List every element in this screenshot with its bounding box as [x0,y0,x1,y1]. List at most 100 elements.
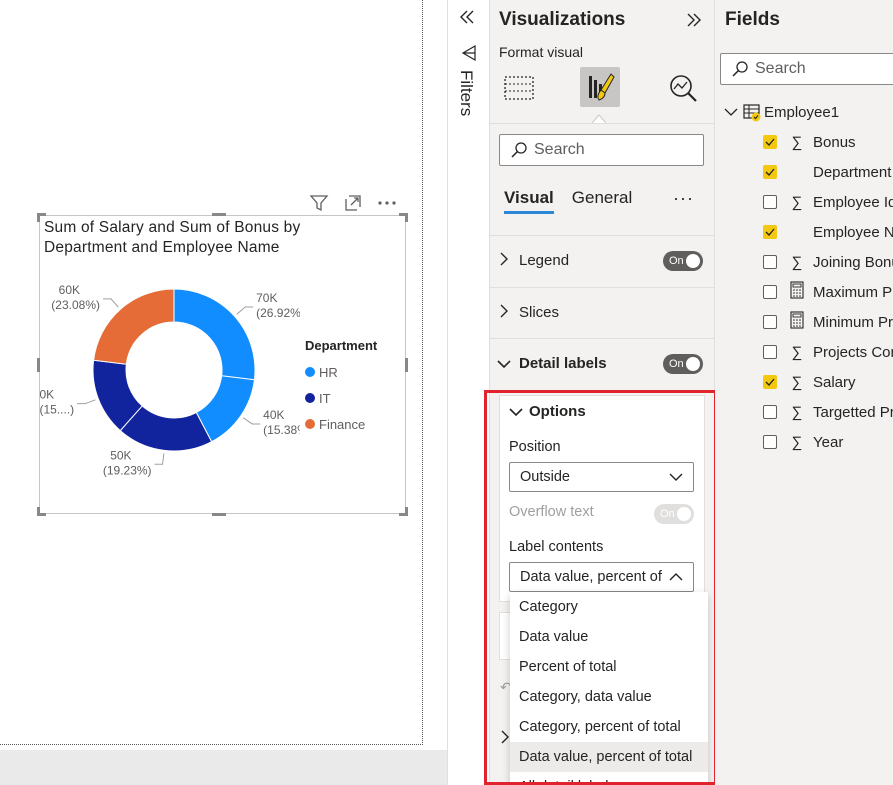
field-item[interactable]: Department [763,157,891,187]
calculator-icon [787,281,807,303]
more-options-icon[interactable] [376,192,398,214]
legend-title: Department [305,338,378,353]
legend-label: IT [319,390,331,406]
tab-visual[interactable]: Visual [504,188,554,214]
format-paintbrush-icon[interactable] [580,67,620,107]
field-item[interactable]: ∑ Joining Bonus [763,247,893,277]
table-icon [742,102,762,122]
data-label-percent: (15.38%) [263,423,300,437]
data-label-value: 40K [40,388,54,402]
resize-handle[interactable] [212,513,226,516]
filters-pane-collapsed[interactable] [447,0,489,785]
dropdown-option-data-value-percent[interactable]: Data value, percent of total [510,742,708,772]
field-item[interactable]: Maximum Pr [763,277,893,307]
section-detail-labels[interactable]: Detail labels On [489,338,715,388]
filters-label[interactable]: Filters [456,70,476,116]
sigma-icon: ∑ [791,373,803,391]
build-visual-icon[interactable] [499,68,539,108]
legend-item[interactable]: Finance [305,411,377,437]
visualizations-title: Visualizations [499,9,626,30]
analytics-magnifier-icon[interactable] [663,68,703,108]
chevron-down-icon [669,472,683,482]
toggle-knob [686,356,700,371]
data-label-percent: (19.23%) [103,463,152,477]
data-label-percent: (26.92%) [256,306,300,320]
resize-handle[interactable] [405,507,408,516]
checkbox-unchecked[interactable] [763,405,777,419]
legend-item[interactable]: HR [305,359,377,385]
expand-filters-icon[interactable] [458,8,476,31]
resize-handle[interactable] [212,213,226,216]
label-leader-line [236,306,254,315]
field-item[interactable]: ∑ Targetted Pro [763,397,893,427]
resize-handle[interactable] [405,358,408,372]
data-label-value: 60K [59,283,80,297]
sigma-icon: ∑ [791,133,803,151]
donut-chart: 70K(26.92%)40K(15.38%)50K(19.23%)40K(15.… [40,283,300,477]
position-dropdown[interactable]: Outside [509,462,694,492]
checkbox-unchecked[interactable] [763,285,777,299]
label-contents-label: Label contents [509,539,604,555]
field-item[interactable]: Employee Name [763,217,893,247]
field-item[interactable]: ∑ Employee Id [763,187,893,217]
legend-item[interactable]: IT [305,385,377,411]
detail-labels-toggle[interactable]: On [663,353,703,374]
sigma-icon: ∑ [791,343,803,361]
field-item[interactable]: ∑ Bonus [763,127,856,157]
checkbox-checked[interactable] [763,165,777,179]
tab-general[interactable]: General [572,188,632,214]
label-contents-options-list: Category Data value Percent of total Cat… [510,592,708,785]
checkbox-checked[interactable] [763,225,777,239]
format-visual-label: Format visual [499,44,584,60]
field-item[interactable]: ∑ Year [763,427,843,457]
filter-icon[interactable] [308,192,330,214]
checkbox-checked[interactable] [763,375,777,389]
field-item[interactable]: ∑ Salary [763,367,856,397]
dropdown-option-category-percent[interactable]: Category, percent of total [510,712,708,742]
section-slices[interactable]: Slices [489,287,715,337]
options-header[interactable]: Options [509,403,586,420]
checkbox-unchecked[interactable] [763,315,777,329]
field-name: Targetted Pro [813,403,893,421]
donut-slice[interactable] [93,288,175,365]
focus-mode-icon[interactable] [342,192,364,214]
format-tabs: Visual General [504,188,632,214]
dropdown-option-category[interactable]: Category [510,592,708,622]
table-node-employee1[interactable]: Employee1 [724,100,839,124]
resize-handle[interactable] [37,507,40,516]
section-legend[interactable]: Legend On [489,235,715,285]
search-icon [510,141,528,159]
table-name: Employee1 [764,103,840,121]
data-label-value: 40K [263,408,284,422]
viz-search-placeholder: Search [534,141,585,158]
fields-search-input[interactable]: Search [720,53,893,85]
label-contents-dropdown[interactable]: Data value, percent of [509,562,694,592]
chart-title: Sum of Salary and Sum of Bonus by Depart… [44,219,301,256]
viz-search-input[interactable]: Search [499,134,704,166]
checkbox-checked[interactable] [763,135,777,149]
dropdown-option-category-data-value[interactable]: Category, data value [510,682,708,712]
toggle-knob [686,253,700,268]
resize-handle[interactable] [405,213,408,222]
checkbox-unchecked[interactable] [763,345,777,359]
collapse-pane-icon[interactable] [684,10,704,35]
field-name: Maximum Pr [813,283,893,301]
dropdown-option-percent-of-total[interactable]: Percent of total [510,652,708,682]
legend-toggle[interactable]: On [663,250,703,271]
dropdown-option-all-detail-labels[interactable]: All detail labels [510,772,708,785]
checkbox-unchecked[interactable] [763,435,777,449]
legend-dot [305,393,315,403]
field-item[interactable]: Minimum Pr [763,307,893,337]
donut-slice[interactable] [173,288,256,381]
field-item[interactable]: ∑ Projects Com [763,337,893,367]
field-name: Employee Id [813,193,893,211]
dropdown-option-data-value[interactable]: Data value [510,622,708,652]
more-options-button[interactable]: ··· [673,188,694,209]
checkbox-unchecked[interactable] [763,255,777,269]
section-label: Detail labels [519,355,607,372]
data-label-percent: (15....) [40,403,74,417]
active-tab-pointer [591,110,607,124]
resize-handle[interactable] [37,213,40,222]
checkbox-unchecked[interactable] [763,195,777,209]
chevron-right-icon[interactable] [500,730,510,749]
